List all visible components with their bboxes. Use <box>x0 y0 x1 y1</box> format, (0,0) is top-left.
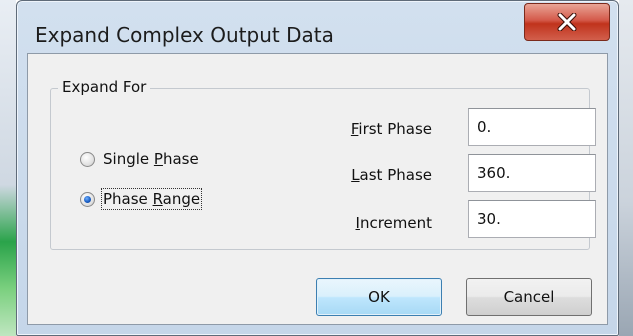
cancel-button[interactable]: Cancel <box>466 278 592 316</box>
last-phase-input[interactable]: 360. <box>468 154 596 192</box>
title-bar[interactable]: Expand Complex Output Data <box>17 1 618 55</box>
increment-label: Increment <box>355 214 433 232</box>
expand-complex-output-dialog: Expand Complex Output Data Expand For Si… <box>16 0 619 336</box>
close-icon <box>557 13 577 31</box>
expand-for-group-label: Expand For <box>58 78 151 96</box>
desktop-background-left <box>0 0 16 336</box>
ok-button[interactable]: OK <box>316 278 442 316</box>
single-phase-radio-circle[interactable] <box>80 151 95 167</box>
single-phase-radio-label: Single Phase <box>103 150 199 168</box>
single-phase-radio[interactable]: Single Phase <box>80 150 199 168</box>
desktop-background-right <box>619 0 633 336</box>
dialog-title: Expand Complex Output Data <box>35 23 334 47</box>
dialog-client-area: Expand For Single Phase Phase Range Firs… <box>27 53 608 325</box>
increment-input[interactable]: 30. <box>468 200 596 238</box>
phase-range-radio[interactable]: Phase Range <box>80 188 203 210</box>
first-phase-input[interactable]: 0. <box>468 108 596 146</box>
close-button[interactable] <box>524 3 610 41</box>
phase-range-radio-label: Phase Range <box>100 188 203 210</box>
first-phase-label: First Phase <box>350 120 432 138</box>
last-phase-label: Last Phase <box>351 166 432 184</box>
phase-range-radio-circle[interactable] <box>80 191 95 207</box>
